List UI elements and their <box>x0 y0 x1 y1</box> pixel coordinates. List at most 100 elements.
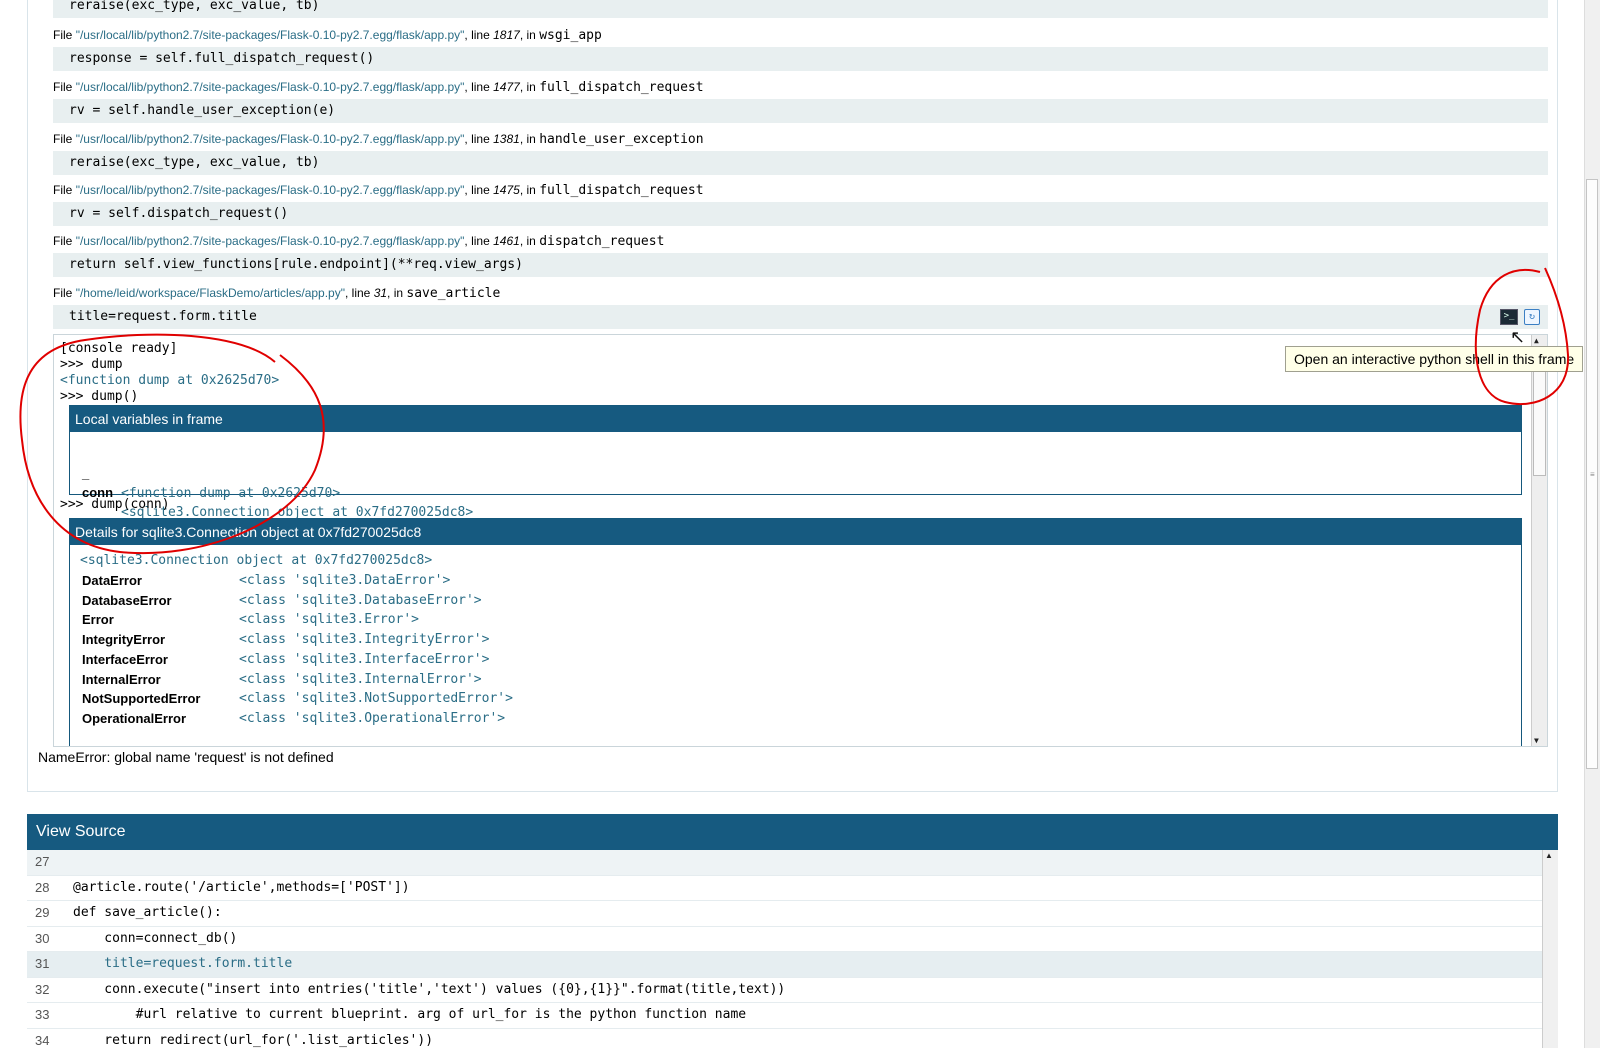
frame-code[interactable]: rv = self.handle_user_exception(e) <box>53 99 1548 123</box>
source-line: 28 @article.route('/article',methods=['PO… <box>27 876 1543 901</box>
dump-row: _ <function dump at 0x2625d70> <box>82 444 882 501</box>
line-label: , line <box>464 183 490 197</box>
frame-function: full_dispatch_request <box>539 80 704 95</box>
dump-key: DataError <box>82 573 142 588</box>
dump-key: InterfaceError <box>82 651 168 667</box>
dump-repr: <sqlite3.Connection object at 0x7fd27002… <box>80 553 433 568</box>
line-label: , line <box>464 132 490 146</box>
frame-file-line: File "/usr/local/lib/python2.7/site-pack… <box>53 130 1548 148</box>
frame-lineno: 1817 <box>493 28 520 42</box>
frame-code-text: return self.view_functions[rule.endpoint… <box>69 257 523 272</box>
in-label: , in <box>387 286 404 300</box>
mouse-cursor-icon: ↖ <box>1510 327 1526 347</box>
frame-function: full_dispatch_request <box>539 183 704 198</box>
source-line-number: 28 <box>35 879 50 895</box>
frame-lineno: 1461 <box>493 234 520 248</box>
dump-key: Error <box>82 612 114 628</box>
dump-value: <class 'sqlite3.OperationalError'> <box>239 710 506 726</box>
source-scrollbar[interactable]: ▲ <box>1542 850 1558 1048</box>
traceback-frame: File "/usr/local/lib/python2.7/site-pack… <box>53 130 1548 175</box>
dump-key: IntegrityError <box>82 632 166 648</box>
dump-key: InternalError <box>82 671 161 687</box>
frame-code[interactable]: rv = self.dispatch_request() <box>53 202 1548 226</box>
source-line-number: 32 <box>35 981 50 997</box>
source-line-code: return redirect(url_for('.list_articles'… <box>73 1032 434 1048</box>
dump-row: conn <sqlite3.Connection object at 0x7fd… <box>82 463 882 520</box>
terminal-icon[interactable]: >_ <box>1500 309 1518 325</box>
dump-row: IntegrityError <class 'sqlite3.IntegrityE… <box>82 630 982 650</box>
frame-filename: "/usr/local/lib/python2.7/site-packages/… <box>75 234 465 248</box>
dump-value: <class 'sqlite3.DatabaseError'> <box>239 592 482 608</box>
traceback-frame: File "/usr/local/lib/python2.7/site-pack… <box>53 232 1548 277</box>
frame-file-line: File "/usr/local/lib/python2.7/site-pack… <box>53 232 1548 250</box>
page-scrollbar[interactable]: ≡ <box>1584 0 1600 1048</box>
frame-file-line: File "/usr/local/lib/python2.7/site-pack… <box>53 78 1548 96</box>
frame-code-text: response = self.full_dispatch_request() <box>69 51 375 66</box>
traceback-frame: File "/home/leid/workspace/FlaskDemo/art… <box>53 284 1548 329</box>
frame-function: handle_user_exception <box>539 132 704 147</box>
dump-row: InterfaceError <class 'sqlite3.InterfaceE… <box>82 650 982 670</box>
frame-code[interactable]: response = self.full_dispatch_request() <box>53 47 1548 71</box>
frame-lineno: 31 <box>373 286 388 300</box>
frame-code[interactable]: return self.view_functions[rule.endpoint… <box>53 253 1548 277</box>
frame-file-line: File "/usr/local/lib/python2.7/site-pack… <box>53 181 1548 199</box>
dump-value: <class 'sqlite3.NotSupportedError'> <box>239 691 513 707</box>
dump-value: <class 'sqlite3.InterfaceError'> <box>239 651 490 667</box>
dump-key: DatabaseError <box>82 592 172 608</box>
frame-function: dispatch_request <box>539 234 665 249</box>
scroll-grip-icon: ≡ <box>1590 470 1595 479</box>
source-line-code: title=request.form.title <box>73 956 293 971</box>
source-line-number: 34 <box>35 1032 50 1048</box>
console-scrollbar[interactable]: ▲ ▼ <box>1531 335 1547 746</box>
scroll-up-icon[interactable]: ▲ <box>1534 336 1539 345</box>
source-line: 30 conn=connect_db() <box>27 927 1543 952</box>
frame-code-text: rv = self.dispatch_request() <box>69 206 289 221</box>
frame-code[interactable]: title=request.form.title >_ ↻ <box>53 305 1548 329</box>
source-line-code: def save_article(): <box>73 905 222 920</box>
source-line-number: 27 <box>35 854 50 869</box>
file-prefix: File <box>53 286 73 300</box>
source-table: 27 28 @article.route('/article',methods=['… <box>27 850 1543 1048</box>
details-dump-box: Details for sqlite3.Connection object at… <box>69 518 1522 746</box>
source-line: 32 conn.execute("insert into entries('ti… <box>27 978 1543 1003</box>
file-prefix: File <box>53 28 73 42</box>
traceback-frame: File "/usr/local/lib/python2.7/site-pack… <box>53 26 1548 71</box>
source-line-number: 31 <box>35 956 50 971</box>
console-line: >>> dump(conn) <box>60 497 170 512</box>
view-source-icon[interactable]: ↻ <box>1524 309 1540 325</box>
line-label: , line <box>464 28 490 42</box>
line-label: , line <box>464 234 490 248</box>
file-prefix: File <box>53 80 73 94</box>
frame-filename: "/home/leid/workspace/FlaskDemo/articles… <box>75 286 345 300</box>
locals-dump-box: Local variables in frame _ <function dum… <box>69 405 1522 520</box>
frame-code[interactable]: reraise(exc_type, exc_value, tb) <box>53 0 1548 18</box>
source-line-number: 30 <box>35 930 50 946</box>
view-source-title: View Source <box>27 814 1558 850</box>
page-scroll-thumb[interactable]: ≡ <box>1586 179 1598 769</box>
frame-code[interactable]: reraise(exc_type, exc_value, tb) <box>53 151 1548 175</box>
source-line-code: #url relative to current blueprint. arg … <box>73 1007 747 1022</box>
source-line-code: conn=connect_db() <box>73 930 238 946</box>
in-label: , in <box>519 80 536 94</box>
scroll-down-icon[interactable]: ▼ <box>1534 736 1539 745</box>
traceback-frame: File "/usr/local/lib/python2.7/site-pack… <box>53 181 1548 226</box>
dump-row: DataError <class 'sqlite3.DataError'> <box>82 571 982 591</box>
in-label: , in <box>519 234 536 248</box>
traceback-frame-top: reraise(exc_type, exc_value, tb) <box>53 0 1548 18</box>
traceback-frame: File "/usr/local/lib/python2.7/site-pack… <box>53 78 1548 123</box>
source-line: 34 return redirect(url_for('.list_articl… <box>27 1029 1543 1048</box>
frame-function: save_article <box>406 286 501 301</box>
interactive-console[interactable]: [console ready] >>> dump <function dump … <box>53 334 1548 747</box>
dump-row: Error <class 'sqlite3.Error'> <box>82 610 982 630</box>
dump-key: OperationalError <box>82 710 187 726</box>
frame-code-text: title=request.form.title <box>69 309 257 324</box>
frame-filename: "/usr/local/lib/python2.7/site-packages/… <box>75 183 465 197</box>
source-line-number: 29 <box>35 905 50 920</box>
dump-value: <class 'sqlite3.IntegrityError'> <box>239 632 490 648</box>
source-line: 33 #url relative to current blueprint. a… <box>27 1003 1543 1029</box>
scroll-up-icon[interactable]: ▲ <box>1545 851 1553 860</box>
view-source-panel: View Source 27 28 @article.route('/article… <box>27 814 1558 1048</box>
line-label: , line <box>344 286 371 300</box>
dump-row: NotSupportedError <class 'sqlite3.NotSupp… <box>82 689 982 709</box>
frame-lineno: 1477 <box>493 80 520 94</box>
